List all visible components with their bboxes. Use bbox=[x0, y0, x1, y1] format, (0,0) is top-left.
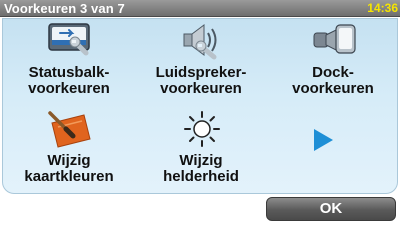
dock-icon bbox=[313, 24, 356, 54]
menu-panel: Statusbalk- voorkeuren Luidspreker- voor… bbox=[2, 18, 398, 194]
sun-brightness-icon bbox=[184, 111, 220, 147]
paint-brush-map-icon bbox=[48, 111, 91, 148]
ok-button[interactable]: OK bbox=[266, 197, 396, 221]
speaker-preferences-label: Luidspreker- voorkeuren bbox=[135, 65, 267, 97]
label-line-1: Wijzig bbox=[47, 152, 91, 169]
label-line-2: helderheid bbox=[163, 168, 239, 185]
label-line-2: kaartkleuren bbox=[24, 168, 114, 185]
label-line-1: Statusbalk- bbox=[28, 64, 110, 81]
bottom-bar: OK bbox=[0, 194, 400, 225]
title-bar: Voorkeuren 3 van 7 14:36 bbox=[0, 0, 400, 17]
change-map-colors-label: Wijzig kaartkleuren bbox=[3, 153, 135, 185]
next-page-button[interactable] bbox=[267, 107, 399, 195]
label-line-2: voorkeuren bbox=[28, 80, 110, 97]
label-line-2: voorkeuren bbox=[292, 80, 374, 97]
speaker-preferences-button[interactable]: Luidspreker- voorkeuren bbox=[135, 19, 267, 107]
dock-preferences-button[interactable]: Dock- voorkeuren bbox=[267, 19, 399, 107]
screen: Voorkeuren 3 van 7 14:36 Statusbalk- voo… bbox=[0, 0, 400, 225]
speaker-wrench-icon bbox=[183, 24, 217, 60]
label-line-1: Luidspreker- bbox=[155, 64, 247, 81]
status-bar-wrench-icon bbox=[48, 23, 90, 56]
change-brightness-button[interactable]: Wijzig helderheid bbox=[135, 107, 267, 195]
label-line-1: Dock- bbox=[312, 64, 354, 81]
label-line-1: Wijzig bbox=[179, 152, 223, 169]
page-title: Voorkeuren 3 van 7 bbox=[4, 1, 125, 16]
dock-preferences-label: Dock- voorkeuren bbox=[267, 65, 399, 97]
next-arrow-icon bbox=[314, 129, 333, 151]
status-bar-preferences-label: Statusbalk- voorkeuren bbox=[3, 65, 135, 97]
change-brightness-label: Wijzig helderheid bbox=[135, 153, 267, 185]
clock: 14:36 bbox=[367, 1, 398, 15]
change-map-colors-button[interactable]: Wijzig kaartkleuren bbox=[3, 107, 135, 195]
status-bar-preferences-button[interactable]: Statusbalk- voorkeuren bbox=[3, 19, 135, 107]
label-line-2: voorkeuren bbox=[160, 80, 242, 97]
